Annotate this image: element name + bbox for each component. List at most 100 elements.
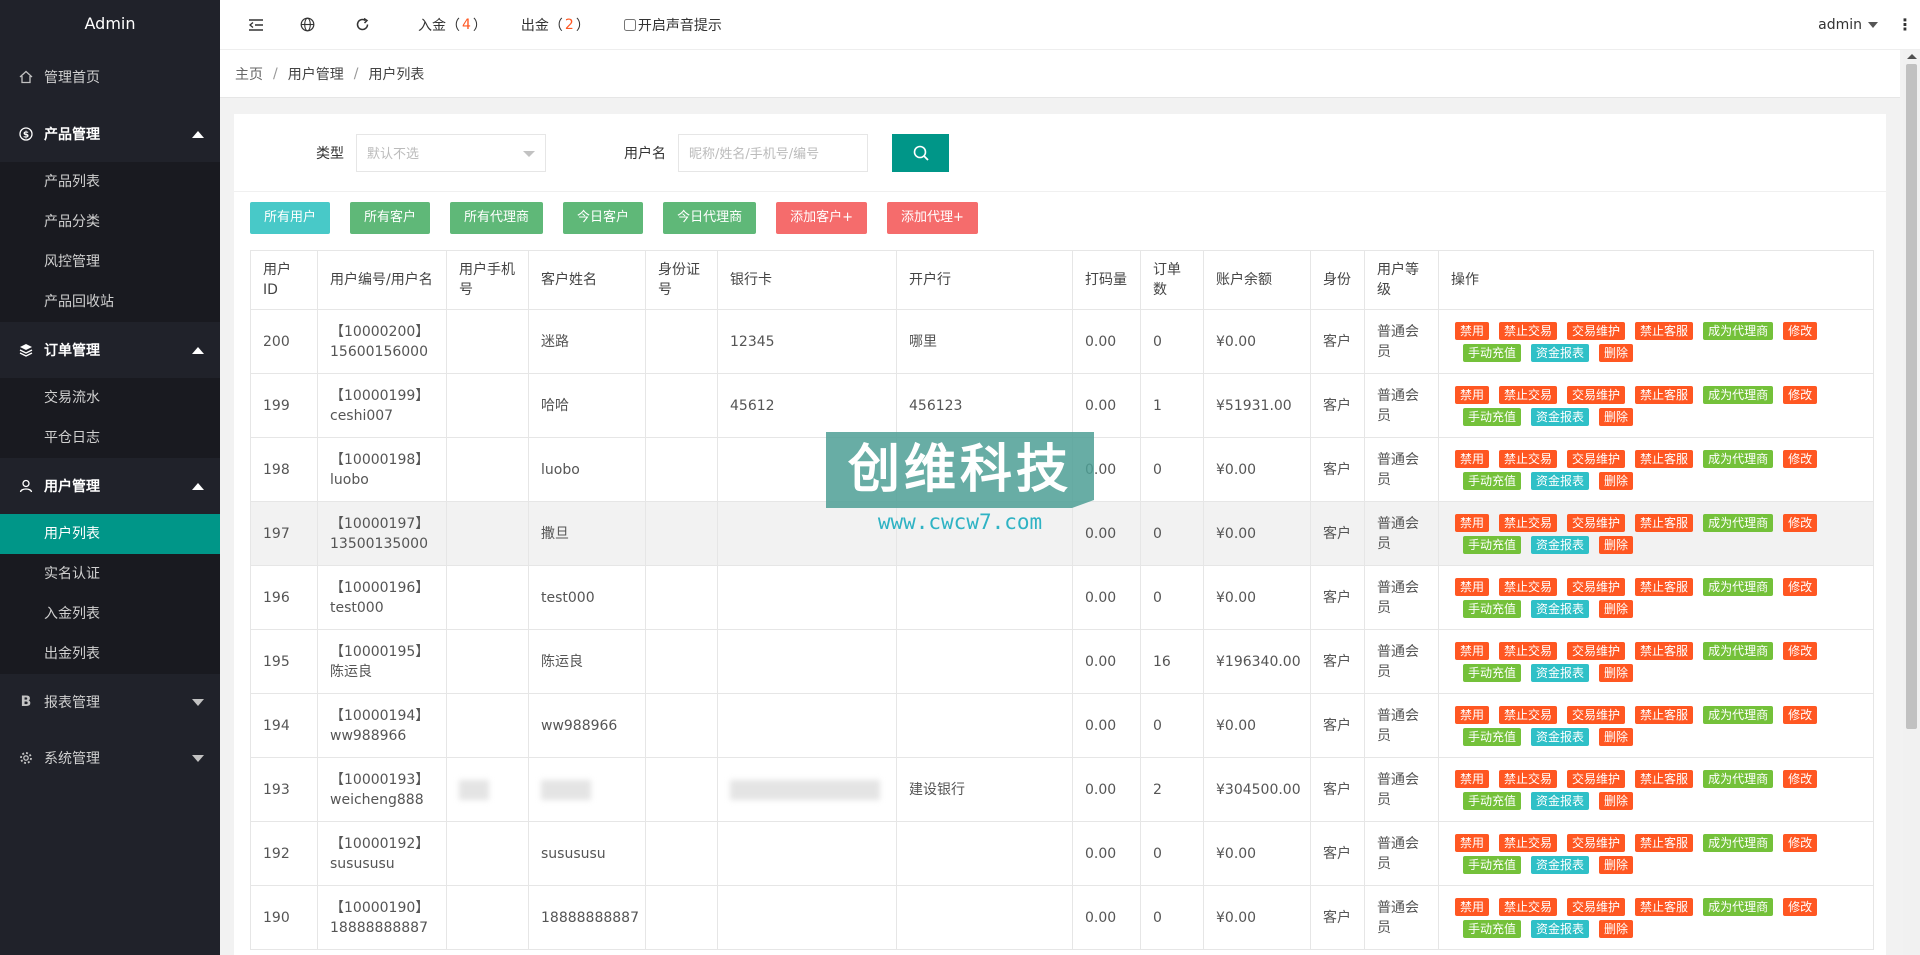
manual-recharge-button[interactable]: 手动充值 bbox=[1463, 471, 1522, 490]
fund-report-button[interactable]: 资金报表 bbox=[1531, 855, 1590, 874]
ban-trade-button[interactable]: 禁止交易 bbox=[1499, 513, 1558, 532]
edit-button[interactable]: 修改 bbox=[1783, 705, 1818, 724]
ban-trade-button[interactable]: 禁止交易 bbox=[1499, 577, 1558, 596]
make-agent-button[interactable]: 成为代理商 bbox=[1703, 513, 1774, 532]
disable-button[interactable]: 禁用 bbox=[1455, 897, 1490, 916]
withdraw-notice[interactable]: 出金（ 2） bbox=[503, 0, 606, 50]
trade-maintain-button[interactable]: 交易维护 bbox=[1567, 897, 1626, 916]
disable-button[interactable]: 禁用 bbox=[1455, 705, 1490, 724]
disable-button[interactable]: 禁用 bbox=[1455, 577, 1490, 596]
edit-button[interactable]: 修改 bbox=[1783, 769, 1818, 788]
edit-button[interactable]: 修改 bbox=[1783, 385, 1818, 404]
page-scrollbar[interactable] bbox=[1903, 50, 1920, 955]
tab-all-customers[interactable]: 所有客户 bbox=[350, 202, 431, 234]
edit-button[interactable]: 修改 bbox=[1783, 577, 1818, 596]
ban-service-button[interactable]: 禁止客服 bbox=[1635, 705, 1694, 724]
make-agent-button[interactable]: 成为代理商 bbox=[1703, 897, 1774, 916]
ban-service-button[interactable]: 禁止客服 bbox=[1635, 385, 1694, 404]
menu-user[interactable]: 用户管理 bbox=[0, 458, 220, 514]
manual-recharge-button[interactable]: 手动充值 bbox=[1463, 407, 1522, 426]
sidebar-item-product-list[interactable]: 产品列表 bbox=[0, 162, 220, 202]
make-agent-button[interactable]: 成为代理商 bbox=[1703, 769, 1774, 788]
delete-button[interactable]: 删除 bbox=[1599, 471, 1634, 490]
disable-button[interactable]: 禁用 bbox=[1455, 321, 1490, 340]
type-select[interactable]: 默认不选 bbox=[356, 133, 546, 172]
make-agent-button[interactable]: 成为代理商 bbox=[1703, 833, 1774, 852]
menu-report[interactable]: B 报表管理 bbox=[0, 674, 220, 730]
make-agent-button[interactable]: 成为代理商 bbox=[1703, 641, 1774, 660]
make-agent-button[interactable]: 成为代理商 bbox=[1703, 577, 1774, 596]
sidebar-item-user-list[interactable]: 用户列表 bbox=[0, 514, 220, 554]
sidebar-item-withdrawals[interactable]: 出金列表 bbox=[0, 634, 220, 674]
disable-button[interactable]: 禁用 bbox=[1455, 769, 1490, 788]
sidebar-item-transactions[interactable]: 交易流水 bbox=[0, 378, 220, 418]
delete-button[interactable]: 删除 bbox=[1599, 663, 1634, 682]
ban-trade-button[interactable]: 禁止交易 bbox=[1499, 641, 1558, 660]
delete-button[interactable]: 删除 bbox=[1599, 919, 1634, 938]
ban-service-button[interactable]: 禁止客服 bbox=[1635, 769, 1694, 788]
ban-trade-button[interactable]: 禁止交易 bbox=[1499, 449, 1558, 468]
trade-maintain-button[interactable]: 交易维护 bbox=[1567, 769, 1626, 788]
sidebar-item-product-recycle[interactable]: 产品回收站 bbox=[0, 282, 220, 322]
ban-trade-button[interactable]: 禁止交易 bbox=[1499, 897, 1558, 916]
make-agent-button[interactable]: 成为代理商 bbox=[1703, 321, 1774, 340]
website-button[interactable] bbox=[280, 0, 331, 50]
delete-button[interactable]: 删除 bbox=[1599, 407, 1634, 426]
tab-all-users[interactable]: 所有用户 bbox=[250, 202, 331, 234]
menu-product[interactable]: $ 产品管理 bbox=[0, 106, 220, 162]
trade-maintain-button[interactable]: 交易维护 bbox=[1567, 641, 1626, 660]
tab-today-agents[interactable]: 今日代理商 bbox=[663, 202, 757, 234]
manual-recharge-button[interactable]: 手动充值 bbox=[1463, 855, 1522, 874]
delete-button[interactable]: 删除 bbox=[1599, 535, 1634, 554]
fund-report-button[interactable]: 资金报表 bbox=[1531, 919, 1590, 938]
fund-report-button[interactable]: 资金报表 bbox=[1531, 535, 1590, 554]
refresh-button[interactable] bbox=[331, 0, 386, 50]
edit-button[interactable]: 修改 bbox=[1783, 513, 1818, 532]
fund-report-button[interactable]: 资金报表 bbox=[1531, 727, 1590, 746]
manual-recharge-button[interactable]: 手动充值 bbox=[1463, 599, 1522, 618]
ban-service-button[interactable]: 禁止客服 bbox=[1635, 833, 1694, 852]
manual-recharge-button[interactable]: 手动充值 bbox=[1463, 663, 1522, 682]
ban-service-button[interactable]: 禁止客服 bbox=[1635, 641, 1694, 660]
trade-maintain-button[interactable]: 交易维护 bbox=[1567, 321, 1626, 340]
breadcrumb-home[interactable]: 主页 bbox=[235, 64, 263, 84]
ban-service-button[interactable]: 禁止客服 bbox=[1635, 449, 1694, 468]
delete-button[interactable]: 删除 bbox=[1599, 791, 1634, 810]
fund-report-button[interactable]: 资金报表 bbox=[1531, 599, 1590, 618]
trade-maintain-button[interactable]: 交易维护 bbox=[1567, 833, 1626, 852]
ban-trade-button[interactable]: 禁止交易 bbox=[1499, 321, 1558, 340]
edit-button[interactable]: 修改 bbox=[1783, 897, 1818, 916]
sidebar-item-product-category[interactable]: 产品分类 bbox=[0, 202, 220, 242]
delete-button[interactable]: 删除 bbox=[1599, 855, 1634, 874]
ban-trade-button[interactable]: 禁止交易 bbox=[1499, 385, 1558, 404]
sidebar-item-risk-control[interactable]: 风控管理 bbox=[0, 242, 220, 282]
fund-report-button[interactable]: 资金报表 bbox=[1531, 663, 1590, 682]
edit-button[interactable]: 修改 bbox=[1783, 449, 1818, 468]
tab-today-customers[interactable]: 今日客户 bbox=[563, 202, 644, 234]
sidebar-item-real-name[interactable]: 实名认证 bbox=[0, 554, 220, 594]
edit-button[interactable]: 修改 bbox=[1783, 321, 1818, 340]
trade-maintain-button[interactable]: 交易维护 bbox=[1567, 449, 1626, 468]
manual-recharge-button[interactable]: 手动充值 bbox=[1463, 343, 1522, 362]
ban-service-button[interactable]: 禁止客服 bbox=[1635, 513, 1694, 532]
ban-trade-button[interactable]: 禁止交易 bbox=[1499, 705, 1558, 724]
manual-recharge-button[interactable]: 手动充值 bbox=[1463, 727, 1522, 746]
search-button[interactable] bbox=[892, 133, 949, 172]
more-icon[interactable]: ⋮ bbox=[1890, 15, 1920, 34]
ban-service-button[interactable]: 禁止客服 bbox=[1635, 321, 1694, 340]
ban-trade-button[interactable]: 禁止交易 bbox=[1499, 769, 1558, 788]
scrollbar-thumb[interactable] bbox=[1906, 64, 1917, 729]
trade-maintain-button[interactable]: 交易维护 bbox=[1567, 705, 1626, 724]
disable-button[interactable]: 禁用 bbox=[1455, 641, 1490, 660]
delete-button[interactable]: 删除 bbox=[1599, 599, 1634, 618]
manual-recharge-button[interactable]: 手动充值 bbox=[1463, 535, 1522, 554]
user-menu[interactable]: admin bbox=[1806, 17, 1890, 33]
breadcrumb-user-mgmt[interactable]: 用户管理 bbox=[288, 64, 344, 84]
menu-toggle-button[interactable] bbox=[220, 0, 280, 50]
disable-button[interactable]: 禁用 bbox=[1455, 833, 1490, 852]
edit-button[interactable]: 修改 bbox=[1783, 833, 1818, 852]
menu-system[interactable]: 系统管理 bbox=[0, 730, 220, 786]
edit-button[interactable]: 修改 bbox=[1783, 641, 1818, 660]
disable-button[interactable]: 禁用 bbox=[1455, 385, 1490, 404]
fund-report-button[interactable]: 资金报表 bbox=[1531, 791, 1590, 810]
